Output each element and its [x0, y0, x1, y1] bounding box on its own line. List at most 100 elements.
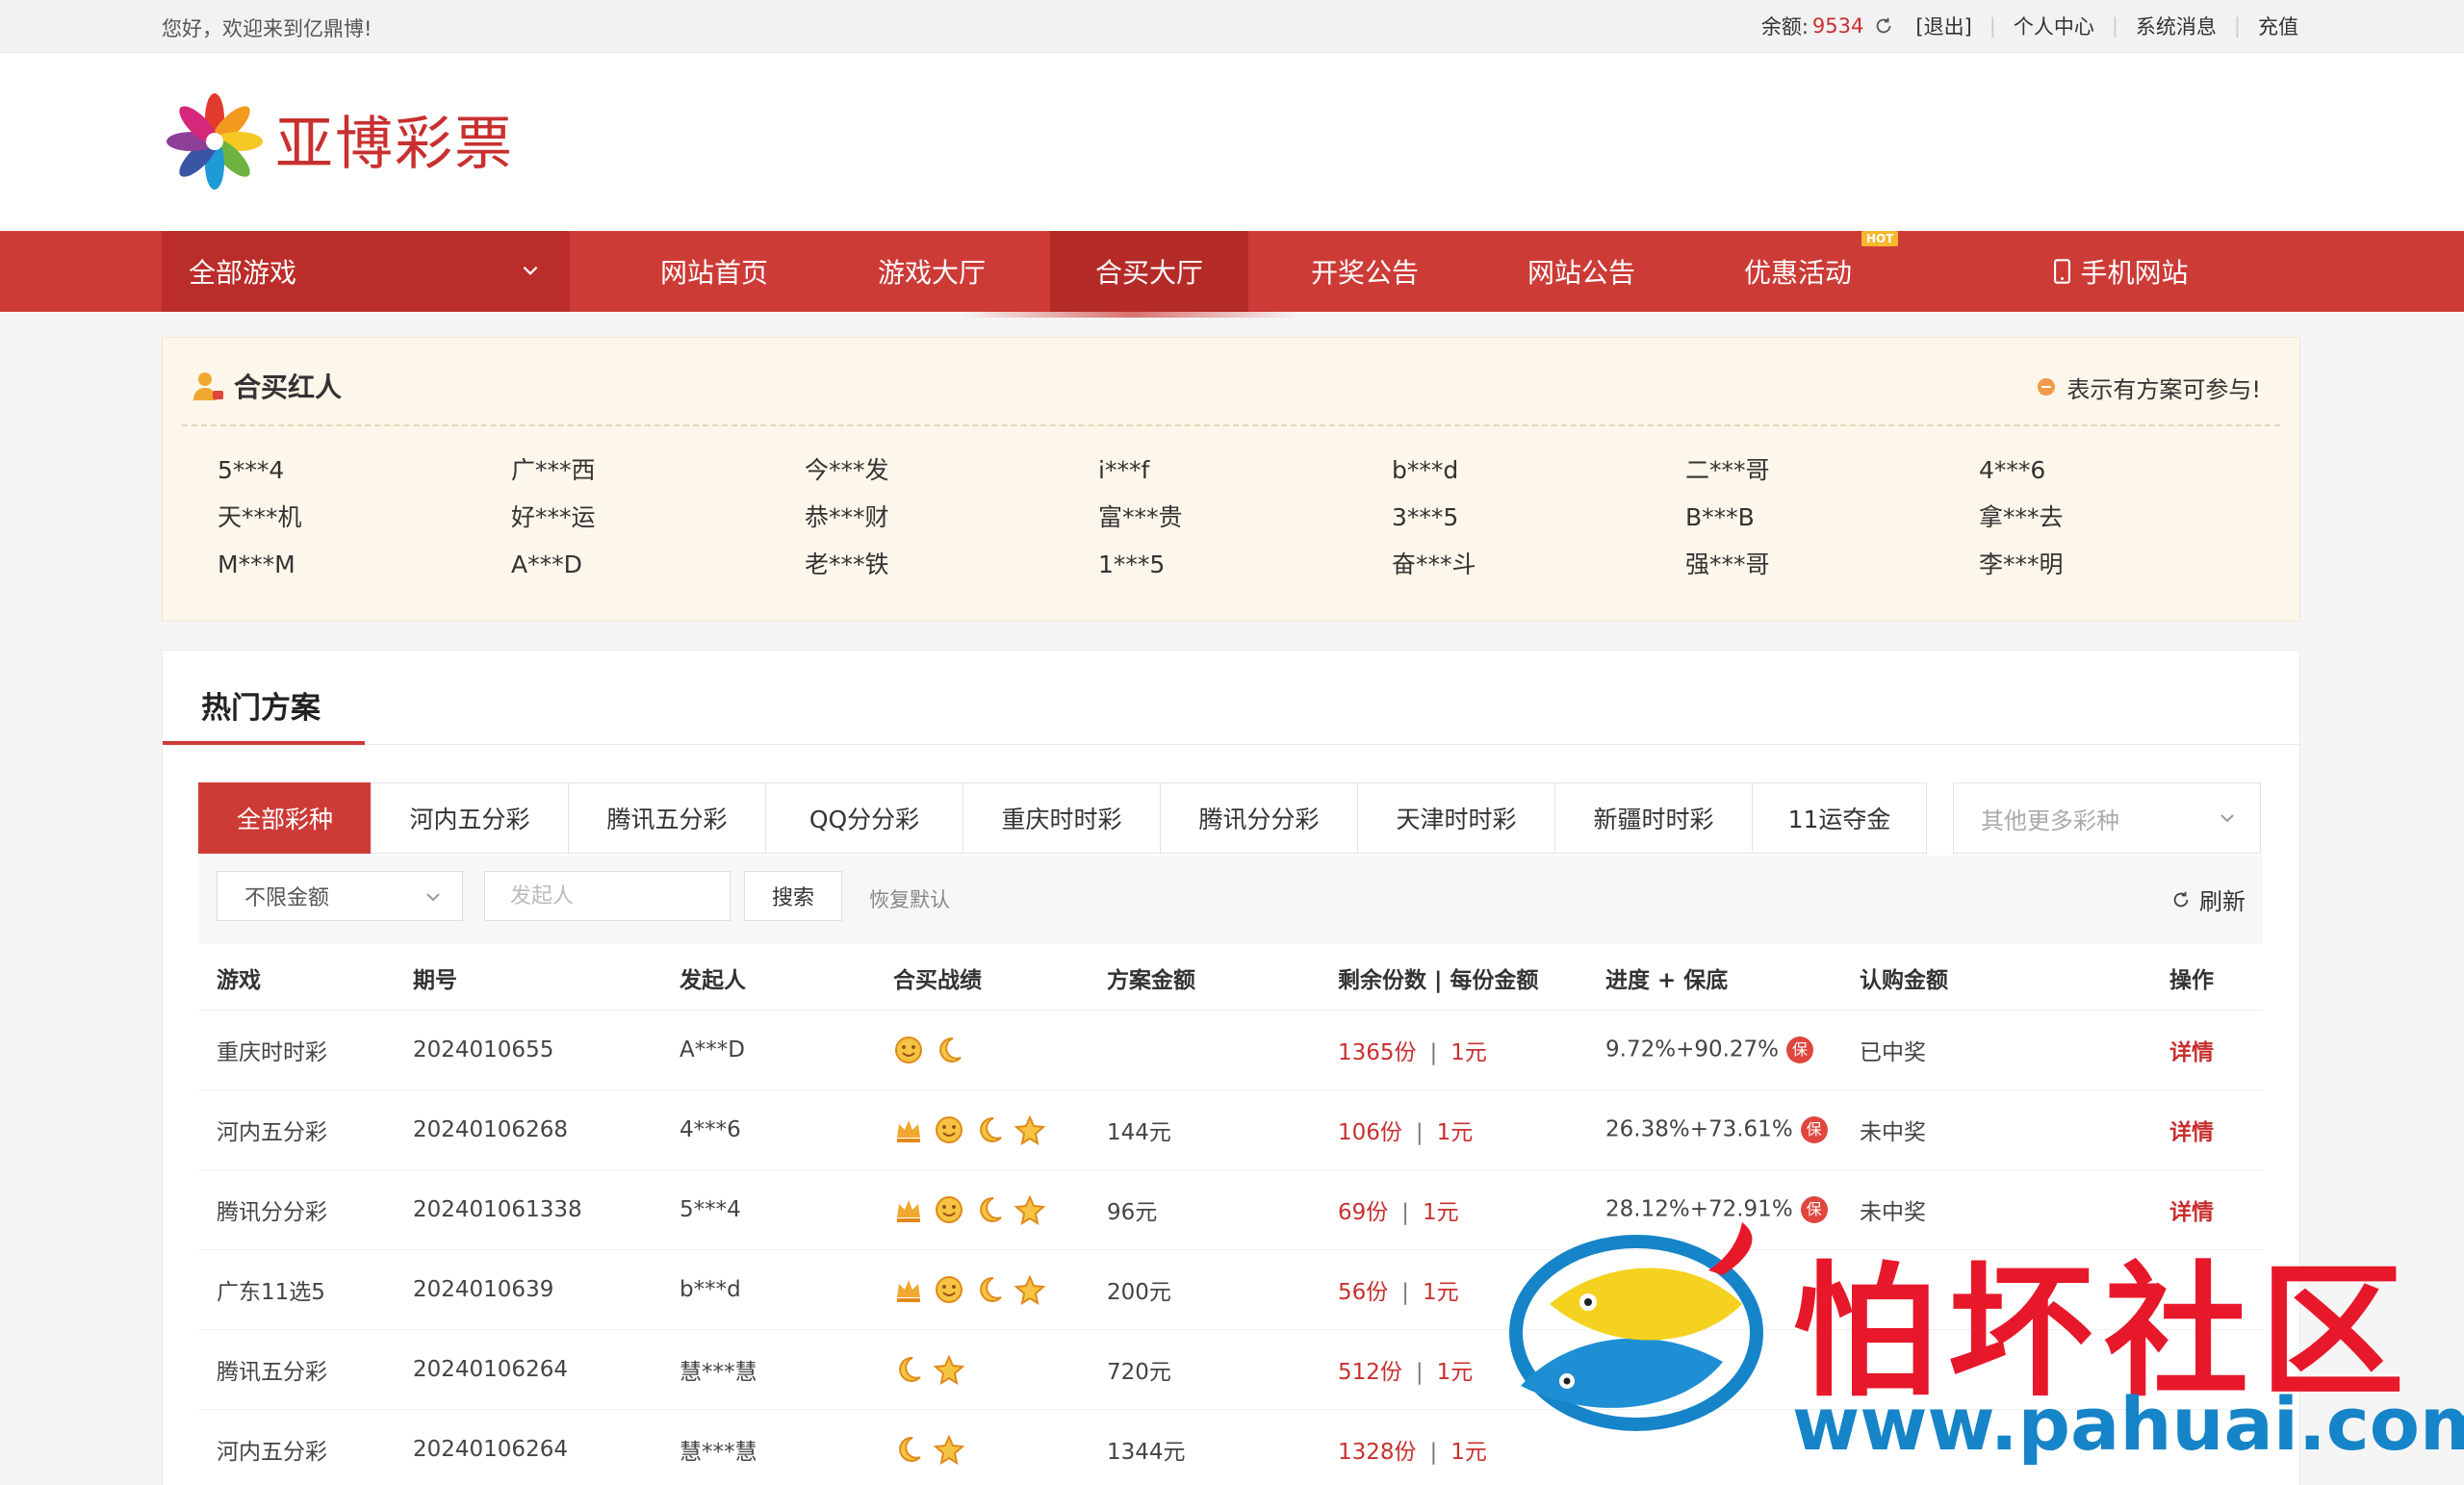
- nav-draw-results[interactable]: 开奖公告: [1286, 231, 1444, 312]
- nav-mobile-site[interactable]: 手机网站: [2025, 231, 2218, 312]
- per-share-amount: 1元: [1436, 1359, 1474, 1385]
- personal-center-link[interactable]: 个人中心: [2014, 12, 2094, 40]
- famous-buyer[interactable]: 1***5: [1098, 550, 1392, 579]
- tab-tianjin-ssc[interactable]: 天津时时彩: [1357, 782, 1555, 854]
- crown-badge-icon: [893, 1114, 924, 1145]
- smile-badge-icon: [934, 1194, 964, 1225]
- amount-filter-select[interactable]: 不限金额: [217, 871, 463, 921]
- progress-value: 26.38%+73.61%: [1605, 1116, 1793, 1141]
- famous-buyer[interactable]: 富***贵: [1098, 502, 1392, 532]
- tab-qq-1min[interactable]: QQ分分彩: [765, 782, 963, 854]
- famous-buyers-panel: 合买红人 表示有方案可参与! 5***4 广***西 今***发 i***f b…: [162, 337, 2300, 622]
- cell-game: 重庆时时彩: [199, 1010, 396, 1090]
- famous-buyer[interactable]: A***D: [511, 550, 805, 579]
- tab-xinjiang-ssc[interactable]: 新疆时时彩: [1554, 782, 1753, 854]
- famous-buyer[interactable]: M***M: [218, 550, 511, 579]
- famous-buyer[interactable]: 天***机: [218, 502, 511, 532]
- site-logo[interactable]: 亚博彩票: [162, 86, 514, 192]
- column-header: 期号: [396, 946, 662, 1011]
- crown-badge-icon: [893, 1274, 924, 1305]
- famous-buyer[interactable]: 强***哥: [1685, 550, 1979, 579]
- cell-issue: 20240106264: [396, 1329, 662, 1410]
- user-icon: [193, 372, 223, 400]
- guarantee-icon: 保: [1800, 1115, 1828, 1143]
- nav-promotions[interactable]: 优惠活动: [1719, 231, 1877, 312]
- tab-11-yunduojin[interactable]: 11运夺金: [1752, 782, 1927, 854]
- reset-defaults-link[interactable]: 恢复默认: [869, 884, 950, 913]
- famous-buyer[interactable]: 好***运: [511, 502, 805, 532]
- tab-chongqing-ssc[interactable]: 重庆时时彩: [962, 782, 1161, 854]
- cell-progress: 9.72%+90.27% 保: [1588, 1010, 1842, 1090]
- tab-tencent-1min[interactable]: 腾讯分分彩: [1160, 782, 1358, 854]
- phone-icon: [2054, 259, 2071, 284]
- cell-action: 详情: [2152, 1089, 2263, 1170]
- hot-plans-title: 热门方案: [201, 691, 321, 726]
- more-lotteries-select[interactable]: 其他更多彩种: [1953, 782, 2261, 854]
- famous-buyer[interactable]: 广***西: [511, 455, 805, 485]
- famous-buyer[interactable]: 今***发: [805, 455, 1098, 485]
- cell-record: [876, 1329, 1090, 1410]
- famous-buyer[interactable]: 奋***斗: [1392, 550, 1685, 579]
- cell-action: 详情: [2152, 1010, 2263, 1090]
- separator: |: [1415, 1359, 1424, 1385]
- famous-buyer[interactable]: 3***5: [1392, 502, 1685, 532]
- watermark: 怕坏社区 www.pahuai.com: [1492, 1217, 2464, 1468]
- cell-initiator: 慧***慧: [662, 1409, 876, 1485]
- separator: |: [1401, 1199, 1410, 1225]
- smile-badge-icon: [934, 1274, 964, 1305]
- cell-initiator: b***d: [662, 1249, 876, 1330]
- refresh-button[interactable]: 刷新: [2170, 883, 2246, 916]
- cell-game: 河内五分彩: [199, 1089, 396, 1170]
- famous-buyer[interactable]: 二***哥: [1685, 455, 1979, 485]
- cell-progress: 26.38%+73.61% 保: [1588, 1089, 1842, 1170]
- moon-badge-icon: [974, 1274, 1005, 1305]
- recharge-link[interactable]: 充值: [2258, 12, 2298, 40]
- fish-logo-icon: [1509, 1222, 1763, 1431]
- cell-record: [876, 1169, 1090, 1250]
- participation-note: 表示有方案可参与!: [2036, 371, 2261, 404]
- cell-issue: 202401061338: [396, 1169, 662, 1250]
- famous-buyer[interactable]: i***f: [1098, 455, 1392, 485]
- detail-link[interactable]: 详情: [2169, 1040, 2214, 1065]
- per-share-amount: 1元: [1450, 1039, 1487, 1065]
- nav-site-announcements[interactable]: 网站公告: [1502, 231, 1660, 312]
- cell-plan-amount: 1344元: [1090, 1409, 1321, 1485]
- dashed-divider: [182, 424, 2280, 426]
- cell-status: 已中奖: [1842, 1010, 2152, 1090]
- per-share-amount: 1元: [1436, 1119, 1474, 1145]
- guarantee-icon: 保: [1786, 1036, 1814, 1063]
- famous-buyer[interactable]: 老***铁: [805, 550, 1098, 579]
- search-button[interactable]: 搜索: [744, 871, 842, 921]
- famous-buyer[interactable]: B***B: [1685, 502, 1979, 532]
- system-messages-link[interactable]: 系统消息: [2136, 12, 2217, 40]
- nav-group-buy-hall[interactable]: 合买大厅: [1050, 231, 1248, 312]
- nav-home[interactable]: 网站首页: [635, 231, 793, 312]
- watermark-url: www.pahuai.com: [1792, 1381, 2464, 1467]
- amount-filter-value: 不限金额: [244, 886, 330, 910]
- cell-game: 广东11选5: [199, 1249, 396, 1330]
- table-row: 重庆时时彩 2024010655 A***D 1365份 | 1元 9.72%+90.27%…: [199, 1010, 2263, 1090]
- famous-buyer[interactable]: 5***4: [218, 455, 511, 485]
- site-header: 亚博彩票: [0, 53, 2464, 231]
- moon-badge-icon: [974, 1114, 1005, 1145]
- detail-link[interactable]: 详情: [2169, 1120, 2214, 1145]
- tab-tencent-5min[interactable]: 腾讯五分彩: [568, 782, 766, 854]
- nav-game-hall[interactable]: 游戏大厅: [853, 231, 1011, 312]
- logout-link[interactable]: [退出]: [1915, 12, 1971, 40]
- star-badge-icon: [933, 1434, 965, 1465]
- refresh-balance-icon[interactable]: [1873, 15, 1894, 37]
- progress-value: 9.72%+90.27%: [1605, 1037, 1780, 1062]
- initiator-input[interactable]: [484, 871, 731, 921]
- tab-hanoi-5min[interactable]: 河内五分彩: [371, 782, 569, 854]
- all-games-dropdown[interactable]: 全部游戏: [162, 231, 570, 312]
- all-games-label: 全部游戏: [189, 257, 297, 289]
- famous-buyer[interactable]: 4***6: [1979, 455, 2272, 485]
- famous-buyer[interactable]: 拿***去: [1979, 502, 2272, 532]
- famous-buyer[interactable]: 李***明: [1979, 550, 2272, 579]
- tab-all-lotteries[interactable]: 全部彩种: [198, 782, 372, 854]
- famous-buyer[interactable]: 恭***财: [805, 502, 1098, 532]
- cell-issue: 2024010639: [396, 1249, 662, 1330]
- chevron-down-icon: [523, 266, 538, 275]
- participation-note-text: 表示有方案可参与!: [2066, 376, 2261, 403]
- famous-buyer[interactable]: b***d: [1392, 455, 1685, 485]
